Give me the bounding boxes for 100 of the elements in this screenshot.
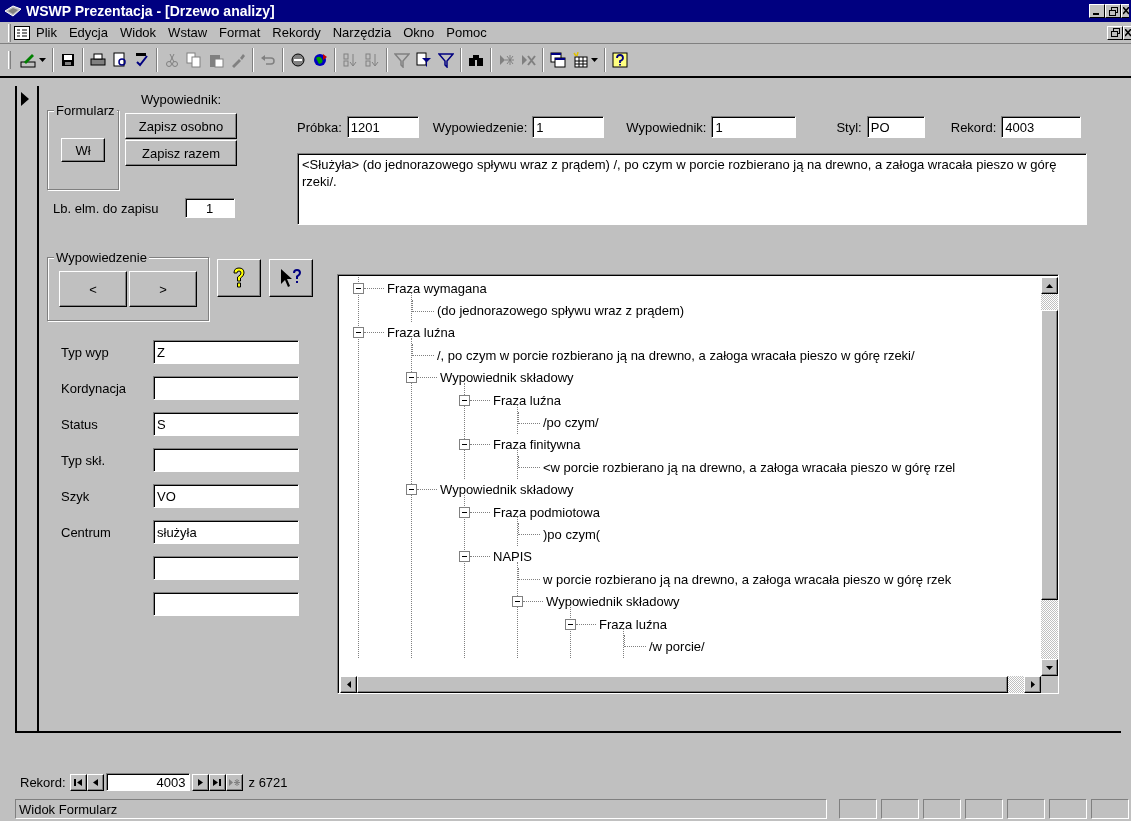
help-icon[interactable] — [612, 52, 628, 68]
sentence-text-area[interactable]: <Służyła> (do jednorazowego spływu wraz z prądem) /, po czym w porcie rozbierano ją na drewno, a załoga wracała pieszo w górę rzeki/. — [297, 153, 1087, 225]
status-panel — [965, 799, 1003, 819]
caret-icon[interactable] — [39, 58, 46, 62]
analysis-tree[interactable] — [337, 274, 1059, 694]
left-triangle-icon — [346, 681, 351, 688]
tree-node-label[interactable]: NAPIS — [490, 549, 532, 565]
collapse-icon[interactable] — [565, 618, 576, 630]
input-field[interactable]: 1 — [532, 116, 605, 138]
section-label: Wypowiednik: — [140, 92, 222, 107]
close-icon — [1124, 28, 1131, 37]
collapse-icon[interactable] — [459, 439, 470, 451]
input-field[interactable] — [153, 592, 299, 616]
input-field[interactable] — [153, 376, 299, 400]
menu-item[interactable]: Widok — [114, 23, 163, 42]
save-button[interactable]: Zapisz osobno — [125, 113, 237, 139]
globe-icon[interactable] — [312, 52, 328, 68]
tree-node-label[interactable]: Fraza podmiotowa — [490, 504, 600, 520]
restore-icon — [1110, 28, 1120, 37]
restore-button[interactable] — [1105, 4, 1121, 18]
first-record-button[interactable] — [69, 773, 87, 791]
field-label: Lb. elm. do zapisu — [53, 200, 159, 216]
tree-node-label[interactable]: Fraza luźna — [384, 325, 455, 341]
print-icon[interactable] — [90, 52, 106, 68]
scroll-up-button[interactable] — [1041, 277, 1058, 294]
field-label: Szyk — [61, 488, 91, 504]
first-icon — [74, 778, 83, 786]
ruler-pencil-icon[interactable] — [20, 52, 36, 68]
next-record-button[interactable] — [191, 773, 209, 791]
whats-this-button[interactable] — [269, 259, 313, 297]
tree-node-label[interactable]: <w porcie rozbierano ją na drewno, a załoga wracała pieszo w górę rzel — [540, 459, 956, 475]
menu-item[interactable]: Format — [213, 23, 267, 42]
windows-icon[interactable] — [550, 52, 566, 68]
menu-item[interactable]: Wstaw — [162, 23, 214, 42]
left-triangle-icon — [92, 778, 98, 786]
close-button[interactable] — [1121, 4, 1129, 18]
input-field[interactable]: 4003 — [1001, 116, 1082, 138]
tree-node-label[interactable]: Fraza luźna — [596, 616, 667, 632]
new-object-icon[interactable] — [572, 52, 588, 68]
collapse-icon[interactable] — [459, 394, 470, 406]
tree-node-label[interactable]: )po czym( — [540, 527, 601, 542]
record-number-field[interactable]: 4003 — [105, 773, 190, 791]
menu-item[interactable]: Pomoc — [440, 23, 493, 42]
count-field[interactable]: 1 — [184, 198, 235, 218]
caret-icon[interactable] — [591, 58, 598, 62]
menu-item[interactable]: Edycja — [62, 23, 114, 42]
filter-form-icon[interactable] — [416, 52, 432, 68]
input-field[interactable]: S — [153, 412, 299, 436]
collapse-icon[interactable] — [353, 282, 364, 294]
input-field[interactable]: VO — [153, 484, 299, 508]
input-field[interactable]: Z — [153, 340, 299, 364]
collapse-icon[interactable] — [459, 551, 470, 563]
scrollbar-thumb[interactable] — [1041, 310, 1058, 600]
tree-node-label[interactable]: /, po czym w porcie rozbierano ją na drewno, a załoga wracała pieszo w górę rzeki/ — [434, 347, 915, 363]
group-label: Formularz — [54, 103, 117, 118]
spelling-icon[interactable] — [134, 52, 150, 68]
scroll-down-button[interactable] — [1041, 659, 1058, 676]
help-button[interactable] — [217, 259, 261, 297]
collapse-icon[interactable] — [459, 506, 470, 518]
tree-node-label[interactable]: (do jednorazowego spływu wraz z prądem) — [434, 303, 685, 319]
tree-node-label[interactable]: Fraza luźna — [490, 392, 561, 408]
tree-node-label[interactable]: Fraza wymagana — [384, 280, 487, 296]
input-field[interactable]: 1201 — [346, 116, 419, 138]
close-button[interactable] — [1123, 25, 1131, 40]
tree-node-label[interactable]: Wypowiednik składowy — [437, 370, 574, 386]
restore-icon — [1108, 6, 1118, 16]
collapse-icon[interactable] — [406, 484, 417, 496]
tree-node-label[interactable]: /w porcie/ — [646, 638, 705, 654]
save-icon[interactable] — [60, 52, 76, 68]
scroll-right-button[interactable] — [1024, 676, 1041, 693]
input-field[interactable]: 1 — [711, 116, 797, 138]
next-button[interactable]: > — [129, 271, 197, 307]
tree-node-label[interactable]: Wypowiednik składowy — [437, 482, 574, 498]
collapse-icon[interactable] — [512, 596, 523, 608]
menu-item[interactable]: Okno — [397, 23, 441, 42]
toggle-button[interactable]: Wł — [61, 138, 105, 162]
minimize-button[interactable] — [1089, 4, 1105, 18]
input-field[interactable] — [153, 448, 299, 472]
input-field[interactable]: PO — [866, 116, 925, 138]
status-panel — [1007, 799, 1045, 819]
tree-node-label[interactable]: Fraza finitywna — [490, 437, 581, 453]
input-field[interactable] — [153, 556, 299, 580]
save-button[interactable]: Zapisz razem — [125, 140, 237, 166]
form-icon[interactable] — [14, 25, 30, 40]
menu-item[interactable]: Plik — [30, 23, 63, 42]
scroll-left-button[interactable] — [340, 676, 357, 693]
previous-button[interactable]: < — [59, 271, 127, 307]
new-record-icon — [228, 778, 240, 786]
tree-node-label[interactable]: /po czym/ — [540, 415, 599, 431]
record-selector-icon[interactable] — [21, 92, 29, 106]
restore-button[interactable] — [1107, 25, 1123, 40]
tree-node-label[interactable]: w porcie rozbierano ją na drewno, a załoga wracała pieszo w górę rzek — [540, 571, 952, 587]
collapse-icon[interactable] — [353, 327, 364, 339]
filter-icon[interactable] — [438, 52, 454, 68]
collapse-icon[interactable] — [406, 372, 417, 384]
print-preview-icon[interactable] — [112, 52, 128, 68]
tree-node-label[interactable]: Wypowiednik składowy — [543, 594, 680, 610]
menu-item[interactable]: Narzędzia — [326, 23, 398, 42]
menu-item[interactable]: Rekordy — [266, 23, 327, 42]
input-field[interactable]: służyła — [153, 520, 299, 544]
